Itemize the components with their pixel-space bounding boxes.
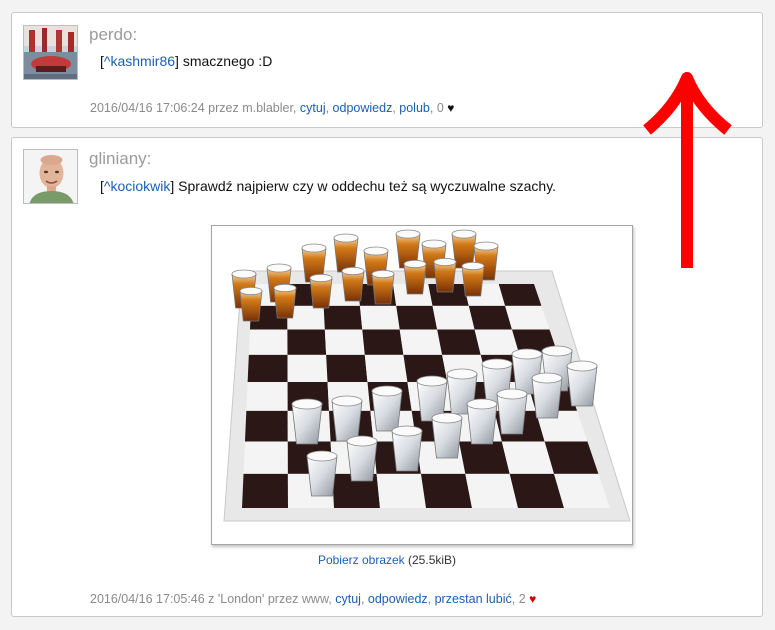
unlike-link[interactable]: przestan lubić (435, 592, 512, 606)
shot-glass (433, 257, 457, 293)
quote-link[interactable]: cytuj (300, 101, 326, 115)
comment-timestamp: 2016/04/16 17:06:24 przez m.blabler, (90, 101, 297, 115)
board-square (242, 473, 288, 508)
board-square (287, 329, 327, 355)
comment-body: [^kashmir86] smacznego :D (100, 53, 273, 69)
shot-glass (331, 395, 363, 442)
quote-link[interactable]: cytuj (335, 592, 361, 606)
shot-glass (341, 266, 365, 302)
board-square (498, 284, 542, 306)
up-arrow-icon (643, 72, 732, 268)
reply-link[interactable]: odpowiedz (368, 592, 428, 606)
board-square (246, 382, 288, 411)
comment-timestamp: 2016/04/16 17:05:46 z 'London' przez www… (90, 592, 332, 606)
board-square (287, 354, 328, 382)
board-square (248, 329, 288, 355)
board-square (376, 473, 426, 508)
comment-meta: 2016/04/16 17:06:24 przez m.blabler, cyt… (90, 101, 455, 115)
board-square (465, 473, 518, 508)
shot-glass (273, 283, 297, 319)
shot-glass (346, 435, 378, 482)
board-square (468, 305, 513, 330)
shot-glass (239, 286, 263, 322)
mention-link[interactable]: ^kashmir86 (104, 53, 175, 69)
shot-glass (403, 259, 427, 295)
heart-icon: ♥ (447, 101, 455, 115)
avatar-gliniany[interactable] (23, 149, 78, 204)
shot-glass (431, 412, 463, 459)
comment-text: Sprawdź najpierw czy w oddechu też są wy… (178, 178, 557, 194)
comment-meta: 2016/04/16 17:05:46 z 'London' przez www… (90, 592, 537, 606)
like-count: 2 (518, 592, 526, 606)
comment-author[interactable]: perdo: (89, 25, 137, 45)
shot-glass (309, 273, 333, 309)
shot-glass (371, 269, 395, 305)
download-image-link[interactable]: Pobierz obrazek (318, 553, 405, 567)
image-size: (25.5kiB) (408, 553, 457, 567)
board-square (324, 329, 365, 355)
board-square (323, 305, 363, 330)
comment-body: [^kociokwik] Sprawdź najpierw czy w odde… (100, 178, 557, 194)
heart-icon: ♥ (529, 592, 537, 606)
comment-author[interactable]: gliniany: (89, 149, 151, 169)
board-square (474, 329, 520, 355)
board-square (244, 410, 288, 442)
board-square (243, 441, 288, 474)
shot-glass (496, 388, 528, 435)
board-square (247, 354, 288, 382)
shot-glass (566, 360, 598, 407)
shot-glass (461, 261, 485, 297)
board-square (326, 354, 368, 382)
board-square (459, 441, 510, 474)
board-square (437, 329, 481, 355)
shot-glass (333, 233, 359, 273)
shot-glass (531, 372, 563, 419)
board-square (420, 473, 472, 508)
board-square (362, 329, 404, 355)
comment-text: smacznego :D (182, 53, 273, 69)
shot-glass (306, 450, 338, 497)
shot-glass (291, 398, 323, 445)
shot-glass (391, 425, 423, 472)
mention-link[interactable]: ^kociokwik (104, 178, 170, 194)
board-square (399, 329, 443, 355)
like-link[interactable]: polub (399, 101, 430, 115)
board-square (364, 354, 408, 382)
reply-link[interactable]: odpowiedz (333, 101, 393, 115)
shot-glass (371, 385, 403, 432)
board-square (359, 305, 400, 330)
shot-glass (466, 398, 498, 445)
attached-image[interactable] (211, 225, 633, 545)
image-caption: Pobierz obrazek (25.5kiB) (12, 553, 762, 567)
board-square (396, 305, 438, 330)
avatar-perdo[interactable] (23, 25, 78, 80)
like-count: 0 (436, 101, 444, 115)
board-square (432, 305, 475, 330)
